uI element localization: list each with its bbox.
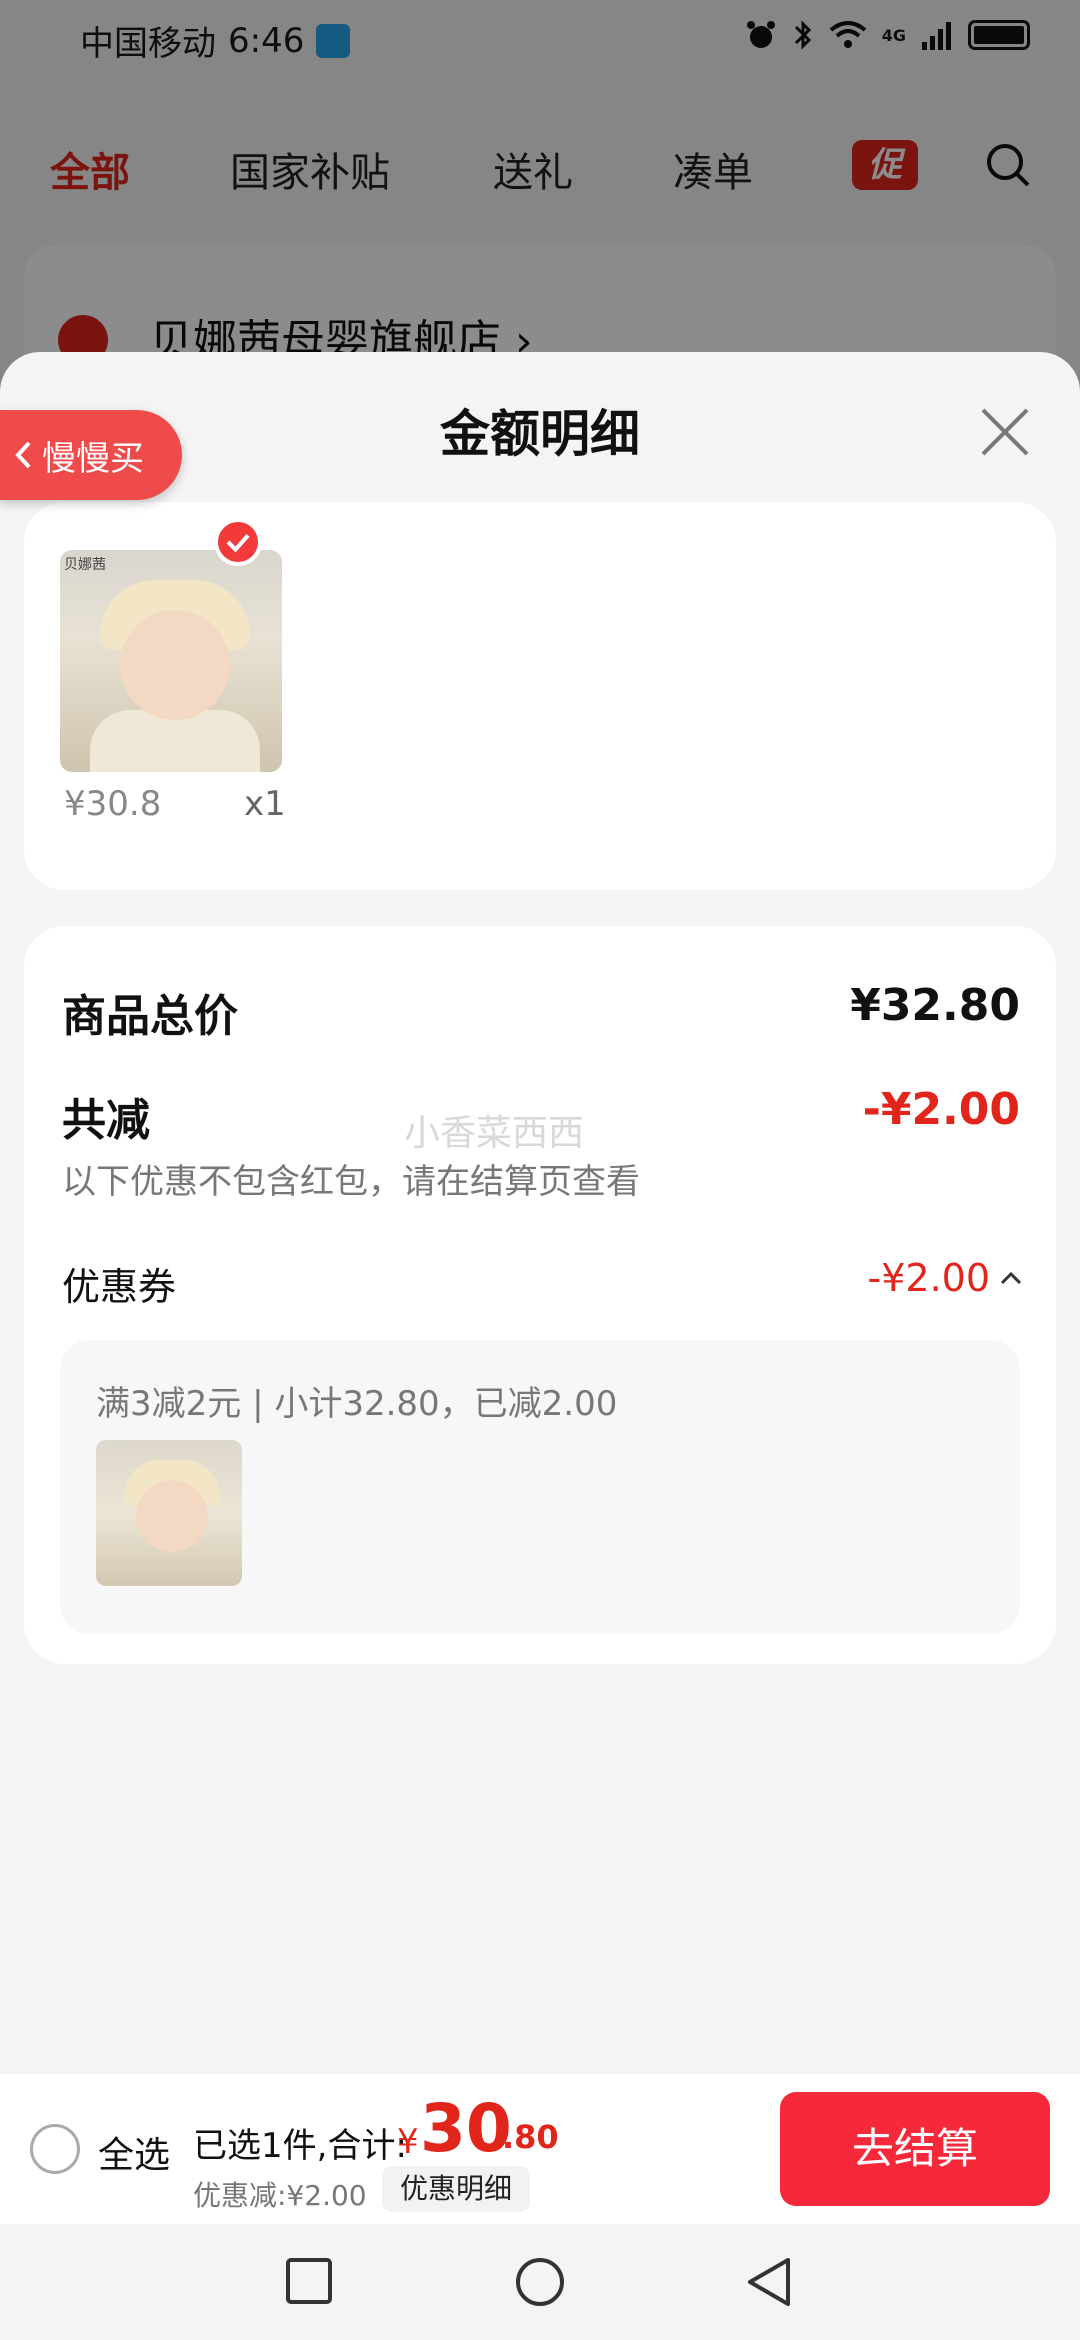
product-image[interactable]: 贝娜茜	[60, 550, 282, 772]
product-check-icon[interactable]	[214, 518, 262, 566]
coupon-value: -¥2.00	[867, 1256, 991, 1300]
discount-amount: 优惠减:¥2.00	[193, 2179, 367, 2212]
select-all-label[interactable]: 全选	[98, 2126, 170, 2178]
product-card: 贝娜茜 ¥30.8 x1	[24, 502, 1056, 890]
chevron-left-icon	[15, 441, 31, 469]
total-value: ¥32.80	[850, 980, 1020, 1031]
product-quantity: x1	[244, 784, 286, 824]
slow-buy-label: 慢慢买	[42, 438, 144, 479]
close-icon[interactable]	[975, 402, 1035, 462]
price-summary-card: 商品总价 ¥32.80 共减 -¥2.00 小香菜西西 以下优惠不包含红包，请在…	[24, 926, 1056, 1664]
watermark: 小香菜西西	[404, 1113, 585, 1154]
selected-count-label: 已选1件,合计:	[193, 2126, 407, 2166]
total-currency: ¥	[397, 2122, 419, 2162]
home-icon[interactable]	[514, 2256, 566, 2308]
discount-note: 以下优惠不包含红包，请在结算页查看	[62, 1162, 640, 1202]
chevron-up-icon	[1000, 1271, 1022, 1285]
reduce-label: 共减	[62, 1095, 150, 1146]
system-nav-bar	[0, 2224, 1080, 2340]
discount-detail-button[interactable]: 优惠明细	[382, 2166, 531, 2212]
amount-detail-sheet: 金额明细 贝娜茜 ¥30.8 x1 商品总价 ¥32.80 共减 -¥2.00 …	[0, 352, 1080, 2074]
brand-mark: 贝娜茜	[64, 557, 106, 573]
recent-apps-icon[interactable]	[284, 2256, 334, 2306]
coupon-description: 满3减2元 | 小计32.80，已减2.00	[96, 1384, 618, 1424]
checkout-bar: 全选 已选1件,合计: ¥ 30 .80 优惠减:¥2.00 优惠明细 去结算	[0, 2074, 1080, 2224]
coupon-product-thumbnail[interactable]	[96, 1440, 242, 1586]
coupon-toggle[interactable]: -¥2.00	[868, 1256, 1023, 1300]
reduce-value: -¥2.00	[862, 1084, 1020, 1135]
checkout-button[interactable]: 去结算	[780, 2092, 1050, 2206]
total-integer: 30	[420, 2090, 512, 2167]
product-price: ¥30.8	[64, 784, 162, 824]
select-all-radio[interactable]	[30, 2124, 80, 2174]
total-decimal: .80	[502, 2118, 559, 2156]
coupon-detail-box: 满3减2元 | 小计32.80，已减2.00	[60, 1340, 1020, 1634]
slow-buy-button[interactable]: 慢慢买	[0, 410, 182, 500]
back-icon[interactable]	[744, 2256, 794, 2308]
total-label: 商品总价	[62, 991, 238, 1042]
coupon-label: 优惠券	[62, 1265, 177, 1309]
